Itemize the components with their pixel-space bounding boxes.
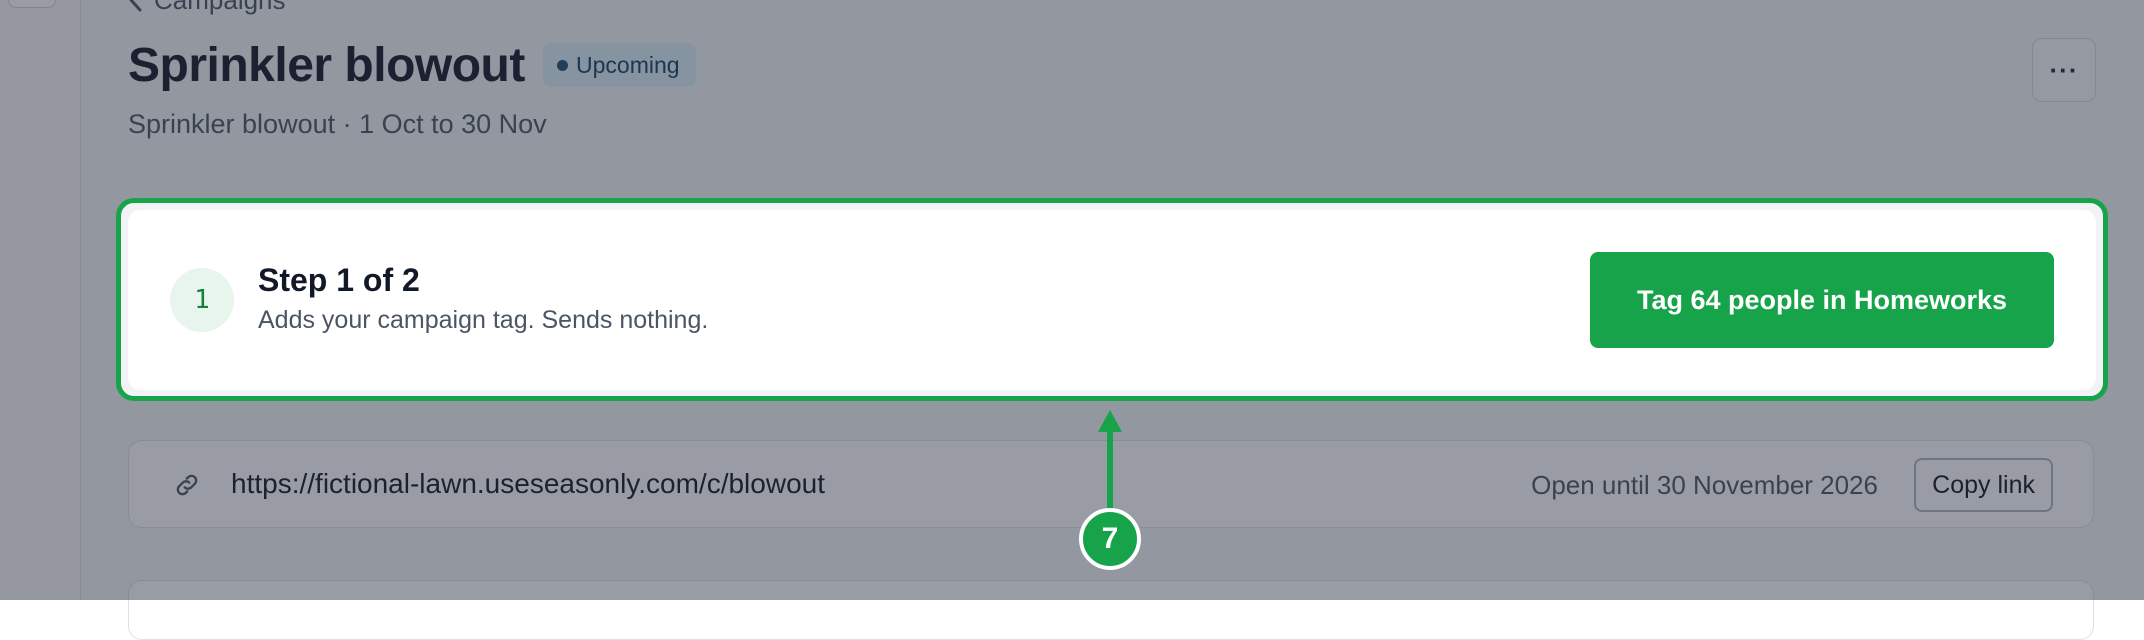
tag-people-button[interactable]: Tag 64 people in Homeworks — [1590, 252, 2054, 348]
step-description: Adds your campaign tag. Sends nothing. — [258, 306, 709, 334]
step-number-badge: 1 — [170, 268, 234, 332]
annotation-marker: 7 — [1079, 508, 1141, 570]
step-title: Step 1 of 2 — [258, 262, 420, 298]
step-card: 1 Step 1 of 2 Adds your campaign tag. Se… — [128, 210, 2096, 390]
annotation-arrow-icon — [1098, 410, 1122, 510]
